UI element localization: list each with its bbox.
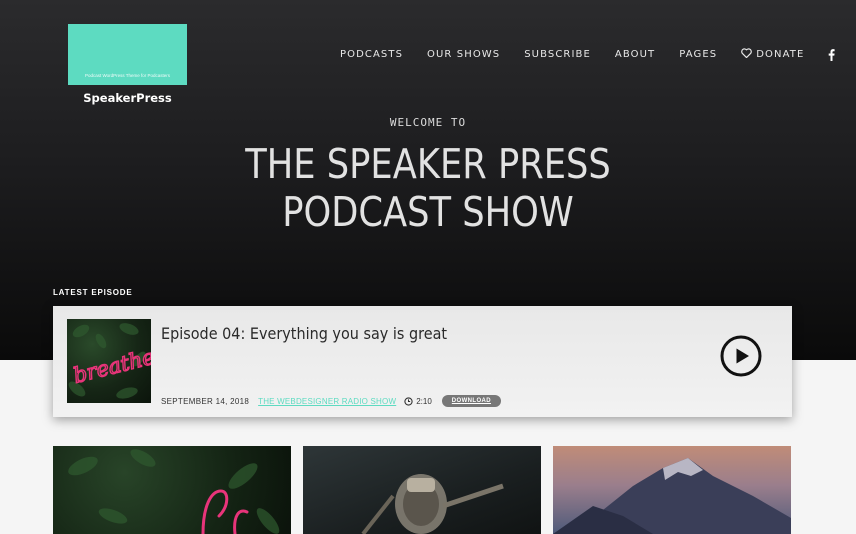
nav-subscribe[interactable]: SUBSCRIBE: [524, 49, 591, 60]
neon-sign-text: breathe: [71, 345, 151, 388]
episode-card-mountain[interactable]: [553, 446, 791, 534]
play-icon: [720, 335, 762, 377]
welcome-text: WELCOME TO: [389, 116, 467, 129]
nav-about[interactable]: ABOUT: [615, 49, 655, 60]
download-button[interactable]: DOWNLOAD: [441, 395, 501, 407]
donate-label: DONATE: [756, 49, 805, 60]
site-logo[interactable]: SpeakerPress Podcast WordPress Theme for…: [68, 24, 187, 105]
episode-date: SEPTEMBER 14, 2018: [161, 396, 250, 406]
episode-grid: [53, 446, 803, 534]
title-line-1: THE SPEAKER PRESS: [245, 140, 611, 188]
nav-our-shows[interactable]: OUR SHOWS: [427, 49, 500, 60]
latest-episode-label: LATEST EPISODE: [53, 288, 133, 297]
clock-icon: [404, 396, 413, 406]
page-title: THE SPEAKER PRESS PODCAST SHOW: [60, 140, 796, 236]
nav-donate[interactable]: DONATE: [741, 48, 804, 61]
episode-card-microphone[interactable]: [303, 446, 541, 534]
nav-pages[interactable]: PAGES: [679, 49, 717, 60]
play-button[interactable]: [720, 335, 762, 377]
episode-card-breathe[interactable]: [53, 446, 291, 534]
duration-text: 2:10: [416, 396, 432, 406]
logo-tagline: Podcast WordPress Theme for Podcasters: [84, 73, 171, 78]
show-link[interactable]: THE WEBDESIGNER RADIO SHOW: [258, 397, 396, 406]
episode-duration: 2:10: [404, 397, 432, 406]
episode-thumbnail[interactable]: breathe: [67, 319, 151, 403]
title-line-2: PODCAST SHOW: [282, 188, 574, 236]
latest-episode-card: breathe Episode 04: Everything you say i…: [53, 306, 792, 417]
episode-title[interactable]: Episode 04: Everything you say is great: [161, 324, 447, 343]
heart-icon: [741, 48, 753, 61]
facebook-icon[interactable]: [828, 48, 835, 61]
logo-name: SpeakerPress: [83, 91, 172, 105]
nav-podcasts[interactable]: PODCASTS: [340, 49, 403, 60]
episode-meta: SEPTEMBER 14, 2018 THE WEBDESIGNER RADIO…: [161, 395, 501, 407]
main-nav: PODCASTS OUR SHOWS SUBSCRIBE ABOUT PAGES…: [340, 48, 856, 61]
